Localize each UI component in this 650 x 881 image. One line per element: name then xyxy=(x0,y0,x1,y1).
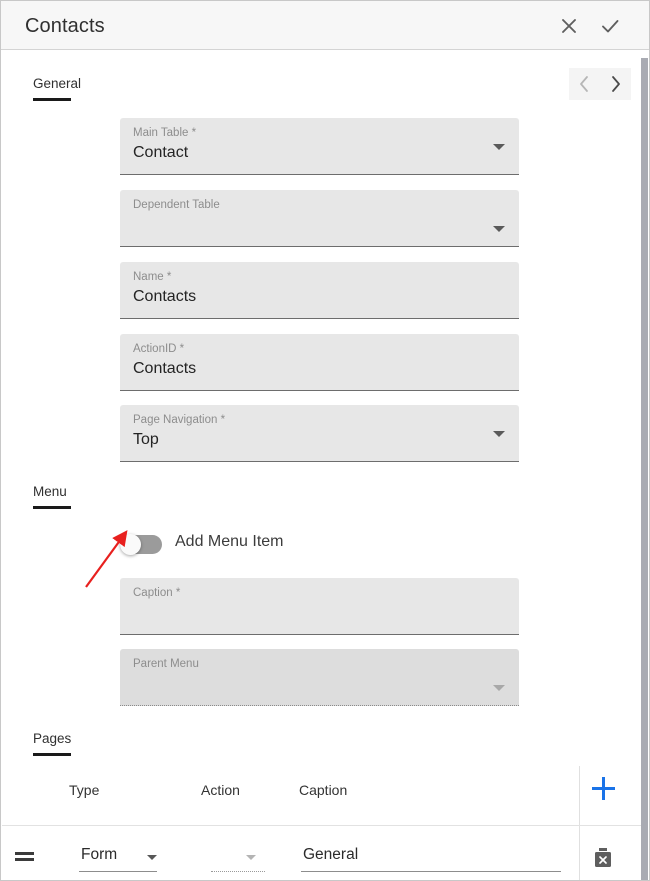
chevron-down-icon xyxy=(246,855,256,860)
scrollbar-track[interactable] xyxy=(641,51,649,880)
section-rule-menu xyxy=(33,506,71,509)
scrollbar-thumb[interactable] xyxy=(641,58,648,880)
page-title: Contacts xyxy=(25,15,105,37)
field-label: Page Navigation * xyxy=(133,414,226,426)
delete-icon[interactable] xyxy=(592,846,614,870)
row-type-select[interactable]: Form xyxy=(79,844,157,872)
column-header-caption: Caption xyxy=(299,782,348,798)
row-caption-input[interactable]: General xyxy=(301,844,561,872)
field-value: Contacts xyxy=(133,288,197,305)
toggle-knob xyxy=(120,534,141,555)
field-main-table[interactable]: Main Table * Contact xyxy=(120,118,519,175)
section-rule-general xyxy=(33,98,71,101)
chevron-down-icon[interactable] xyxy=(493,431,505,437)
field-label: Dependent Table xyxy=(133,199,220,211)
field-parent-menu: Parent Menu xyxy=(120,649,519,706)
field-label: Caption * xyxy=(133,587,181,599)
field-label: Main Table * xyxy=(133,127,197,139)
section-rule-pages xyxy=(33,753,71,756)
field-label: Parent Menu xyxy=(133,658,199,670)
dialog-content: General Main Table * Contact Dependent T… xyxy=(1,50,649,880)
field-label: ActionID * xyxy=(133,343,185,355)
row-type-value: Form xyxy=(81,846,118,863)
pager-control xyxy=(569,68,631,100)
row-caption-value: General xyxy=(303,846,359,863)
drag-handle-icon[interactable] xyxy=(15,852,34,863)
column-header-action: Action xyxy=(201,782,240,798)
chevron-down-icon[interactable] xyxy=(493,144,505,150)
chevron-down-icon xyxy=(493,685,505,691)
chevron-down-icon[interactable] xyxy=(493,226,505,232)
dialog-window: Contacts General Main Table * Contact De… xyxy=(0,0,650,881)
field-page-navigation[interactable]: Page Navigation * Top xyxy=(120,405,519,462)
field-name[interactable]: Name * Contacts xyxy=(120,262,519,319)
row-action-select xyxy=(211,844,265,872)
table-divider xyxy=(579,766,580,880)
field-value: Contacts xyxy=(133,360,197,377)
add-menu-item-toggle[interactable] xyxy=(120,534,162,555)
chevron-left-icon[interactable] xyxy=(569,68,600,100)
section-header-general: General xyxy=(33,76,82,91)
chevron-down-icon[interactable] xyxy=(147,855,157,860)
field-dependent-table[interactable]: Dependent Table xyxy=(120,190,519,247)
field-label: Name * xyxy=(133,271,172,283)
section-header-menu: Menu xyxy=(33,484,67,499)
dialog-titlebar: Contacts xyxy=(1,1,649,50)
section-header-pages: Pages xyxy=(33,731,72,746)
column-header-type: Type xyxy=(69,782,100,798)
chevron-right-icon[interactable] xyxy=(600,68,631,100)
field-action-id[interactable]: ActionID * Contacts xyxy=(120,334,519,391)
table-header-rule xyxy=(2,825,649,826)
field-value: Contact xyxy=(133,144,189,161)
field-menu-caption[interactable]: Caption * xyxy=(120,578,519,635)
check-icon[interactable] xyxy=(596,12,624,40)
add-menu-item-label: Add Menu Item xyxy=(175,533,284,550)
add-page-button[interactable] xyxy=(591,776,617,802)
field-value: Top xyxy=(133,431,159,448)
close-icon[interactable] xyxy=(555,12,583,40)
